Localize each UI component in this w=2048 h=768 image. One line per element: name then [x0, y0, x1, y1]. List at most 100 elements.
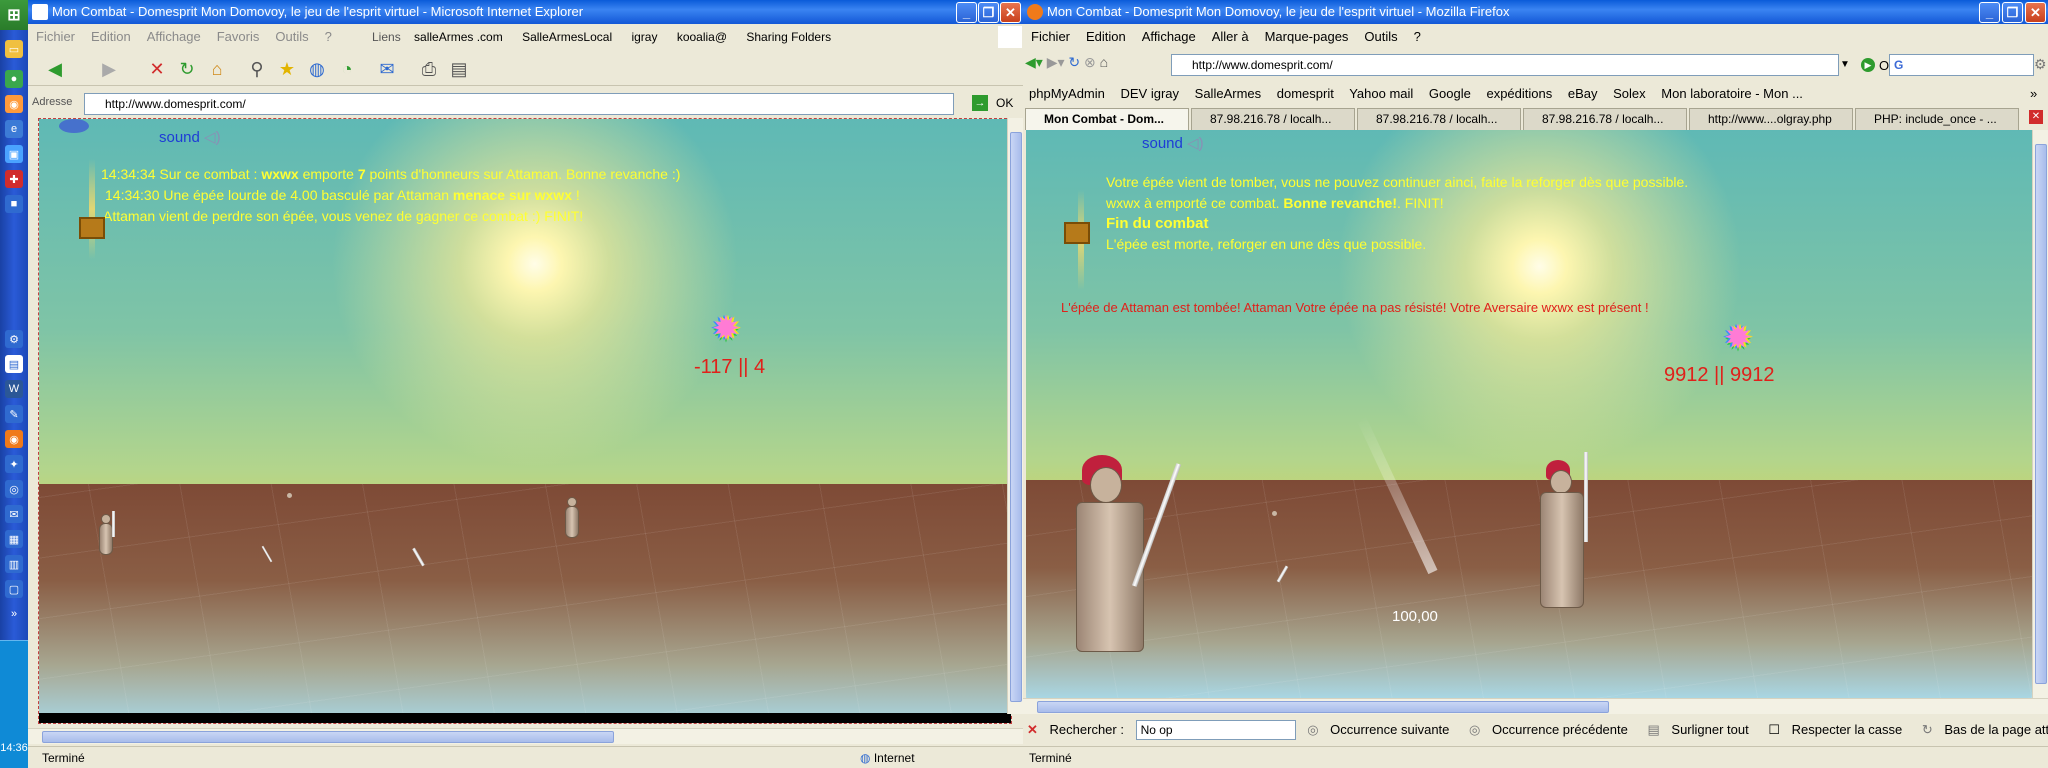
- close-button[interactable]: ✕: [2025, 2, 2046, 23]
- ie-icon[interactable]: e: [5, 120, 23, 138]
- print-icon[interactable]: ⎙: [416, 56, 442, 82]
- close-button[interactable]: ✕: [1000, 2, 1021, 23]
- chevron-down-icon[interactable]: »: [5, 605, 23, 623]
- bookmark-mon-laboratoire[interactable]: Mon laboratoire - Mon ...: [1661, 86, 1803, 101]
- mail-icon[interactable]: ✉: [374, 56, 400, 82]
- ff-horizontal-scrollbar[interactable]: [1023, 698, 2048, 714]
- ie-vscroll-thumb[interactable]: [1010, 132, 1022, 702]
- gear-icon[interactable]: ⚙: [2034, 56, 2047, 73]
- menu-help[interactable]: ?: [317, 29, 340, 44]
- home-icon[interactable]: ⌂: [1100, 54, 1108, 70]
- link-sallearmeslocal[interactable]: SalleArmesLocal: [522, 30, 612, 44]
- ie-vertical-scrollbar[interactable]: [1007, 118, 1023, 714]
- menu-favoris[interactable]: Favoris: [209, 29, 268, 44]
- back-icon[interactable]: ◀: [42, 56, 68, 82]
- knight-wxwx[interactable]: [1540, 492, 1584, 608]
- tab-php-include[interactable]: PHP: include_once - ...: [1855, 108, 2019, 130]
- refresh-icon[interactable]: ↻: [174, 56, 200, 82]
- go-icon[interactable]: →: [972, 95, 988, 111]
- stop-icon[interactable]: ✕: [144, 56, 170, 82]
- close-find-icon[interactable]: ✕: [1027, 722, 1038, 737]
- ff-search-input[interactable]: G: [1889, 54, 2034, 76]
- menu-fichier[interactable]: Fichier: [28, 29, 83, 44]
- menu-aller[interactable]: Aller à: [1204, 29, 1257, 44]
- menu-fichier[interactable]: Fichier: [1023, 29, 1078, 44]
- bookmark-google[interactable]: Google: [1429, 86, 1471, 101]
- ie-go-label[interactable]: OK: [996, 96, 1013, 110]
- search-icon[interactable]: ⚲: [244, 56, 270, 82]
- bookmark-yahoo-mail[interactable]: Yahoo mail: [1349, 86, 1413, 101]
- home-icon[interactable]: ⌂: [204, 56, 230, 82]
- gear-icon[interactable]: ⚙: [5, 330, 23, 348]
- app2-icon[interactable]: ■: [5, 195, 23, 213]
- sound-toggle[interactable]: sound ◁): [159, 128, 221, 146]
- restore-button[interactable]: ❐: [978, 2, 999, 23]
- match-case-checkbox[interactable]: ☐ Respecter la casse: [1768, 722, 1910, 737]
- tab-olgray[interactable]: http://www....olgray.php: [1689, 108, 1853, 130]
- edit-icon[interactable]: ▤: [446, 56, 472, 82]
- ie-horizontal-scrollbar[interactable]: [28, 728, 1023, 744]
- ie-game-viewport[interactable]: sound ◁) 14:34:34 Sur ce combat : wxwx e…: [38, 118, 1012, 724]
- settings-icon[interactable]: ✦: [5, 455, 23, 473]
- display-icon[interactable]: ▦: [5, 530, 23, 548]
- minimize-button[interactable]: _: [1979, 2, 2000, 23]
- ff-game-viewport[interactable]: sound ◁) Votre épée vient de tomber, vou…: [1026, 130, 2033, 698]
- ff-vscroll-thumb[interactable]: [2035, 144, 2047, 684]
- find-input[interactable]: No op: [1135, 720, 1296, 740]
- close-tab-icon[interactable]: ✕: [2029, 110, 2043, 124]
- link-sharing-folders[interactable]: Sharing Folders: [746, 30, 831, 44]
- ie-hscroll-thumb[interactable]: [42, 731, 614, 743]
- ff-address-input[interactable]: http://www.domesprit.com/: [1171, 54, 1839, 76]
- chevron-down-icon[interactable]: ▼: [1837, 54, 1853, 76]
- back-icon[interactable]: ◀▾: [1025, 54, 1043, 70]
- doc-icon[interactable]: ▤: [5, 355, 23, 373]
- browser-icon[interactable]: ◉: [5, 430, 23, 448]
- minimize-button[interactable]: _: [956, 2, 977, 23]
- bookmark-ebay[interactable]: eBay: [1568, 86, 1598, 101]
- bookmark-dev-igray[interactable]: DEV igray: [1121, 86, 1180, 101]
- ff-vertical-scrollbar[interactable]: [2032, 130, 2048, 698]
- files-icon[interactable]: ▥: [5, 555, 23, 573]
- find-next-button[interactable]: ◎ Occurrence suivante: [1307, 722, 1457, 737]
- menu-affichage[interactable]: Affichage: [139, 29, 209, 44]
- history-icon[interactable]: ◔: [334, 56, 360, 82]
- folder-icon[interactable]: ▭: [5, 40, 23, 58]
- start-button[interactable]: ⊞: [0, 0, 28, 30]
- restore-button[interactable]: ❐: [2002, 2, 2023, 23]
- app-icon[interactable]: ●: [5, 70, 23, 88]
- find-prev-button[interactable]: ◎ Occurrence précédente: [1469, 722, 1636, 737]
- tab-localhost-3[interactable]: 87.98.216.78 / localh...: [1523, 108, 1687, 130]
- highlight-all-button[interactable]: ▤ Surligner tout: [1647, 722, 1756, 737]
- knight-attaman[interactable]: [99, 523, 113, 555]
- window-icon[interactable]: ▣: [5, 145, 23, 163]
- ff-hscroll-thumb[interactable]: [1037, 701, 1609, 713]
- link-sallearmes[interactable]: salleArmes .com: [414, 30, 503, 44]
- forward-icon[interactable]: ▶: [96, 56, 122, 82]
- ie-address-input[interactable]: http://www.domesprit.com/: [84, 93, 954, 115]
- tool-icon[interactable]: ✎: [5, 405, 23, 423]
- bookmark-sallearmes[interactable]: SalleArmes: [1195, 86, 1261, 101]
- word-icon[interactable]: W: [5, 380, 23, 398]
- forward-icon[interactable]: ▶▾: [1047, 54, 1065, 70]
- menu-edition[interactable]: Edition: [1078, 29, 1134, 44]
- menu-outils[interactable]: Outils: [1356, 29, 1405, 44]
- menu-affichage[interactable]: Affichage: [1134, 29, 1204, 44]
- favorites-icon[interactable]: ★: [274, 56, 300, 82]
- media-globe-icon[interactable]: ◍: [304, 56, 330, 82]
- reload-icon[interactable]: ↻: [1068, 54, 1080, 70]
- tab-localhost-2[interactable]: 87.98.216.78 / localh...: [1357, 108, 1521, 130]
- bookmarks-overflow-icon[interactable]: »: [2030, 86, 2037, 101]
- menu-marque-pages[interactable]: Marque-pages: [1257, 29, 1357, 44]
- media-icon[interactable]: ✚: [5, 170, 23, 188]
- go-icon[interactable]: ▶: [1861, 58, 1875, 72]
- menu-outils[interactable]: Outils: [267, 29, 316, 44]
- bookmark-solex[interactable]: Solex: [1613, 86, 1646, 101]
- window2-icon[interactable]: ▢: [5, 580, 23, 598]
- tab-mon-combat[interactable]: Mon Combat - Dom...: [1025, 108, 1189, 130]
- bookmark-phpmyadmin[interactable]: phpMyAdmin: [1029, 86, 1105, 101]
- firefox-icon[interactable]: ◉: [5, 95, 23, 113]
- sound-toggle[interactable]: sound ◁): [1142, 134, 1204, 152]
- link-igray[interactable]: igray: [631, 30, 657, 44]
- stop-icon[interactable]: ⊗: [1084, 54, 1096, 70]
- knight-wxwx[interactable]: [565, 506, 579, 538]
